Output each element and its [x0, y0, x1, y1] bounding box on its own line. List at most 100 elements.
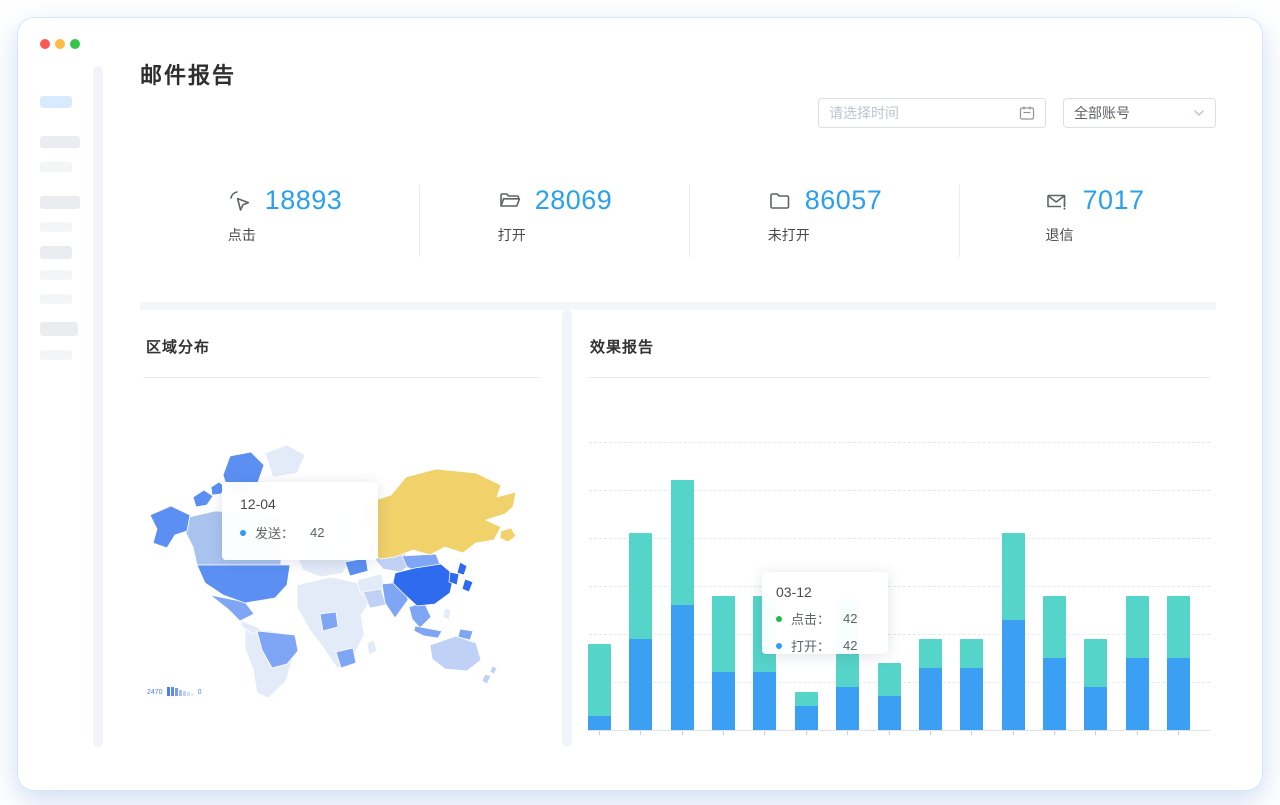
stat-label: 未打开	[768, 225, 883, 245]
bar-open-segment	[753, 672, 776, 730]
bar-open-segment	[795, 706, 818, 730]
sidebar-item[interactable]	[40, 294, 72, 304]
sidebar-item[interactable]	[40, 270, 72, 280]
screen: 邮件报告 请选择时间 全部账号	[0, 0, 1280, 805]
bar-click-segment	[919, 639, 942, 668]
bar-click-segment	[960, 639, 983, 668]
sidebar-item[interactable]	[40, 246, 72, 259]
legend-bar	[179, 690, 182, 696]
x-axis-tick	[889, 731, 890, 735]
stat-value: 7017	[1082, 185, 1144, 216]
map-legend-max: 2470	[147, 689, 163, 696]
stacked-bar-chart[interactable]	[588, 440, 1210, 730]
x-axis-tick	[1095, 731, 1096, 735]
stacked-bar[interactable]	[1043, 596, 1066, 730]
stacked-bar[interactable]	[1126, 596, 1149, 730]
bar-open-segment	[960, 668, 983, 730]
sidebar-item[interactable]	[40, 136, 80, 148]
stacked-bar[interactable]	[795, 692, 818, 730]
stat-value: 86057	[805, 185, 883, 216]
stat-card-unopened: 86057 未打开	[690, 183, 960, 259]
stacked-bar[interactable]	[919, 639, 942, 730]
map-tooltip: 12-04 发送： 42	[222, 482, 378, 560]
stats-row: 18893 点击 28069 打开	[150, 183, 1230, 259]
series-dot-icon	[776, 616, 782, 622]
bar-click-segment	[1043, 596, 1066, 658]
stacked-bar[interactable]	[629, 533, 652, 730]
stat-value: 18893	[265, 185, 343, 216]
map-region-alaska	[150, 506, 190, 548]
section-separator	[140, 302, 1216, 310]
map-legend: 2470 0	[147, 687, 204, 696]
chart-tooltip: 03-12 点击： 42 打开： 42	[762, 572, 888, 654]
zoom-window-button[interactable]	[70, 39, 80, 49]
stat-card-bounce: 7017 退信	[960, 183, 1230, 259]
world-map[interactable]	[145, 435, 555, 705]
close-window-button[interactable]	[40, 39, 50, 49]
bar-click-segment	[712, 596, 735, 673]
sidebar-item-active[interactable]	[40, 96, 72, 108]
account-select[interactable]: 全部账号	[1063, 98, 1216, 128]
x-axis-tick	[723, 731, 724, 735]
panel-gap-divider	[562, 310, 572, 747]
stacked-bar[interactable]	[1084, 639, 1107, 730]
stacked-bar[interactable]	[588, 644, 611, 730]
x-axis-tick	[971, 731, 972, 735]
chart-panel-divider	[589, 377, 1210, 378]
sidebar-item[interactable]	[40, 322, 78, 336]
map-region-australia	[430, 636, 481, 671]
legend-bar	[175, 688, 178, 696]
map-region-usa	[197, 565, 290, 603]
bar-open-segment	[1002, 620, 1025, 730]
stat-value: 28069	[535, 185, 613, 216]
calendar-icon	[1019, 105, 1035, 121]
bar-open-segment	[1126, 658, 1149, 730]
stacked-bar[interactable]	[671, 480, 694, 730]
stat-label: 打开	[498, 225, 613, 245]
map-region-japan	[457, 562, 467, 575]
x-axis-tick	[930, 731, 931, 735]
series-dot-icon	[240, 530, 246, 536]
click-icon	[228, 189, 252, 213]
bar-click-segment	[588, 644, 611, 716]
sidebar-item[interactable]	[40, 162, 72, 172]
map-region-russia[interactable]	[360, 469, 516, 559]
bar-open-segment	[671, 605, 694, 730]
chart-panel-title: 效果报告	[590, 336, 654, 357]
bar-click-segment	[1084, 639, 1107, 687]
x-axis-tick	[682, 731, 683, 735]
bar-open-segment	[836, 687, 859, 730]
x-axis-tick	[806, 731, 807, 735]
bar-open-segment	[1043, 658, 1066, 730]
account-select-value: 全部账号	[1074, 103, 1130, 123]
date-placeholder: 请选择时间	[829, 103, 899, 123]
minimize-window-button[interactable]	[55, 39, 65, 49]
mail-error-icon	[1045, 189, 1069, 213]
map-panel-title: 区域分布	[146, 336, 210, 357]
chevron-down-icon	[1193, 109, 1205, 117]
folder-closed-icon	[768, 189, 792, 213]
date-range-input[interactable]: 请选择时间	[818, 98, 1046, 128]
bar-click-segment	[671, 480, 694, 605]
bar-open-segment	[1167, 658, 1190, 730]
sidebar-item[interactable]	[40, 222, 72, 232]
x-axis-tick	[1054, 731, 1055, 735]
stacked-bar[interactable]	[712, 596, 735, 730]
legend-bar	[191, 693, 194, 696]
legend-bar	[187, 692, 190, 696]
bar-open-segment	[588, 716, 611, 730]
tooltip-value: 42	[843, 611, 857, 626]
sidebar-divider	[93, 66, 103, 747]
sidebar-item[interactable]	[40, 196, 80, 209]
stacked-bar[interactable]	[1167, 596, 1190, 730]
sidebar-item[interactable]	[40, 350, 72, 360]
stacked-bar[interactable]	[1002, 533, 1025, 730]
x-axis-tick	[1137, 731, 1138, 735]
stacked-bar[interactable]	[960, 639, 983, 730]
map-region-russia-east[interactable]	[500, 528, 516, 542]
stacked-bar[interactable]	[878, 663, 901, 730]
stat-card-click: 18893 点击	[150, 183, 420, 259]
tooltip-label: 点击：	[791, 609, 830, 628]
x-axis-tick	[764, 731, 765, 735]
map-legend-min: 0	[198, 689, 202, 696]
